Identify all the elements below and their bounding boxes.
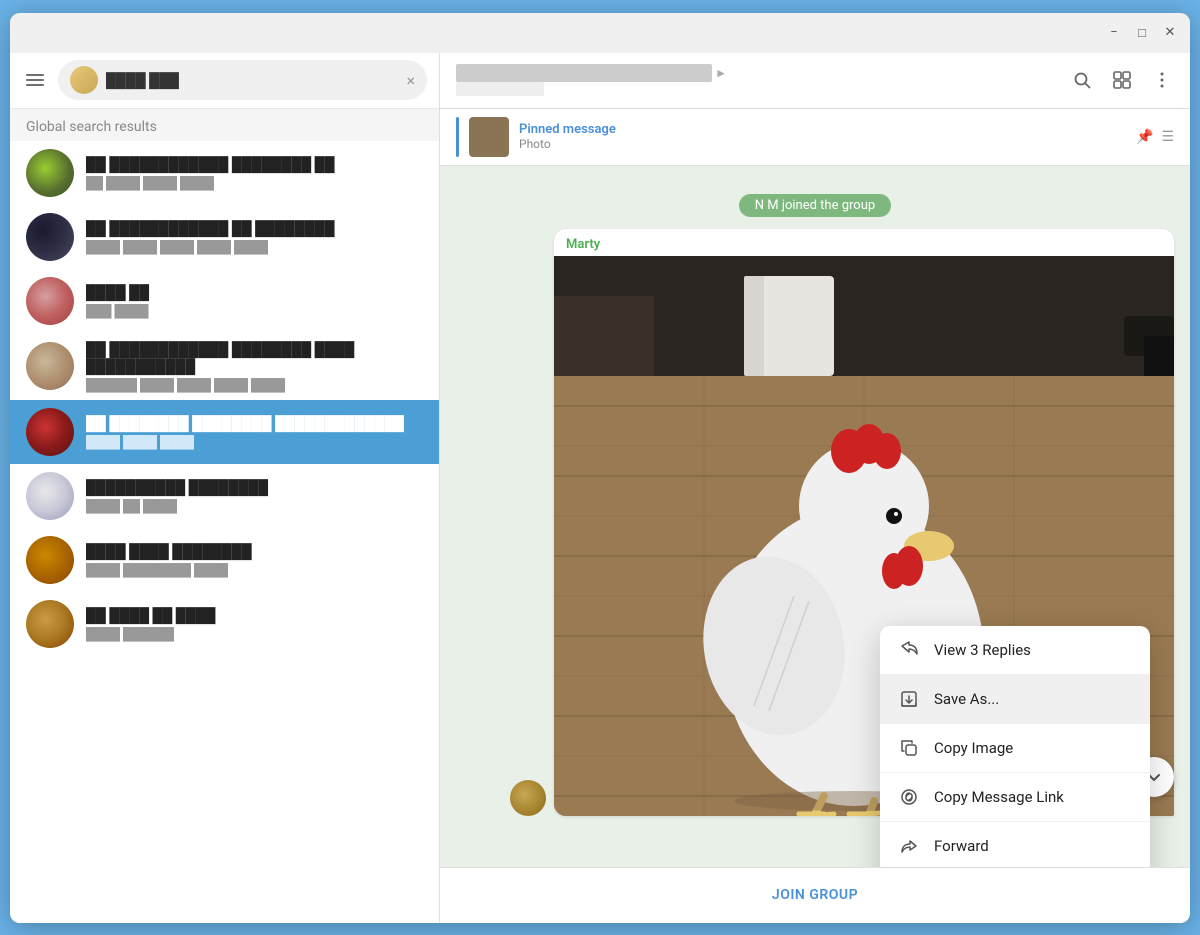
pinned-actions: 📌 ☰ xyxy=(1136,129,1174,145)
global-search-label: Global search results xyxy=(10,109,439,141)
right-panel: ████ ███████ ████████ ████ ▸ ████ ██████ xyxy=(440,53,1190,923)
pinned-subtitle: Photo xyxy=(519,137,1126,151)
avatar xyxy=(26,342,74,390)
context-item-view-replies[interactable]: View 3 Replies xyxy=(880,626,1150,674)
chat-header-info: ████ ███████ ████████ ████ ▸ ████ ██████ xyxy=(456,64,1058,96)
item-subtitle: ████ ██ ████ xyxy=(86,499,423,513)
list-item[interactable]: ████ ██ ███ ████ xyxy=(10,269,439,333)
menu-button[interactable] xyxy=(22,70,48,90)
context-item-copy-link[interactable]: Copy Message Link xyxy=(880,773,1150,821)
item-subtitle: ████ ██████ xyxy=(86,627,423,641)
item-title: ████ ████ ████████ xyxy=(86,543,423,560)
save-icon xyxy=(898,688,920,710)
context-label: Copy Image xyxy=(934,739,1013,757)
minimize-button[interactable]: − xyxy=(1106,25,1122,41)
item-title: ██ ████████████ ████████ ██ xyxy=(86,156,423,173)
more-options-button[interactable] xyxy=(1150,68,1174,92)
clear-search-button[interactable]: × xyxy=(406,71,415,90)
avatar xyxy=(26,536,74,584)
join-group-button[interactable]: JOIN GROUP xyxy=(772,887,858,903)
avatar xyxy=(26,600,74,648)
search-chat-button[interactable] xyxy=(1070,68,1094,92)
forward-icon xyxy=(898,835,920,857)
item-subtitle: ████ ████████ ████ xyxy=(86,563,423,577)
chat-header: ████ ███████ ████████ ████ ▸ ████ ██████ xyxy=(440,53,1190,109)
system-message: N M joined the group xyxy=(456,194,1174,217)
list-item[interactable]: ████ ████ ████████ ████ ████████ ████ xyxy=(10,528,439,592)
system-message-text: N M joined the group xyxy=(739,194,891,217)
left-panel: ████ ███ × Global search results ██ ████… xyxy=(10,53,440,923)
chat-subtitle: ████ ██████ xyxy=(456,82,1058,96)
context-item-forward[interactable]: Forward xyxy=(880,822,1150,867)
reply-icon xyxy=(898,639,920,661)
context-label: Forward xyxy=(934,837,989,855)
search-text: ████ ███ xyxy=(106,72,398,89)
search-bar: ████ ███ × xyxy=(10,53,439,109)
item-title: ██ ████████████ ████████ ████ ██████████… xyxy=(86,341,423,375)
avatar xyxy=(26,408,74,456)
list-item[interactable]: ██ ████████████ ████████ ██ ██ ████ ████… xyxy=(10,141,439,205)
pinned-info: Pinned message Photo xyxy=(519,122,1126,151)
chat-footer: JOIN GROUP xyxy=(440,867,1190,923)
maximize-button[interactable]: □ xyxy=(1134,25,1150,41)
pin-icon: 📌 xyxy=(1136,129,1153,145)
pinned-accent xyxy=(456,117,459,157)
chat-header-icons xyxy=(1070,68,1174,92)
item-subtitle: ██ ████ ████ ████ xyxy=(86,176,423,190)
list-item[interactable]: ██████████ ████████ ████ ██ ████ xyxy=(10,464,439,528)
link-icon xyxy=(898,786,920,808)
list-item[interactable]: ██ ████ ██ ████ ████ ██████ xyxy=(10,592,439,656)
item-title: ████ ██ xyxy=(86,284,423,301)
search-results-list: ██ ████████████ ████████ ██ ██ ████ ████… xyxy=(10,141,439,923)
list-icon: ☰ xyxy=(1161,129,1174,145)
list-item[interactable]: ██ ████████████ ██ ████████ ████ ████ ██… xyxy=(10,205,439,269)
avatar xyxy=(26,472,74,520)
context-item-copy-image[interactable]: Copy Image xyxy=(880,724,1150,772)
main-content: ████ ███ × Global search results ██ ████… xyxy=(10,53,1190,923)
avatar xyxy=(26,277,74,325)
close-button[interactable]: ✕ xyxy=(1162,25,1178,41)
pinned-message[interactable]: Pinned message Photo 📌 ☰ xyxy=(440,109,1190,166)
pinned-thumbnail xyxy=(469,117,509,157)
layout-button[interactable] xyxy=(1110,68,1134,92)
context-menu: View 3 Replies Save As... xyxy=(880,626,1150,867)
item-title: ██ ████████ ████████ █████████████ xyxy=(86,415,423,432)
item-subtitle: ████ ████ ████ xyxy=(86,435,423,449)
app-window: − □ ✕ ████ ███ × Global search results xyxy=(10,13,1190,923)
sender-avatar xyxy=(510,780,546,816)
item-title: ██ ████████████ ██ ████████ xyxy=(86,220,423,237)
item-subtitle: ███ ████ xyxy=(86,304,423,318)
list-item[interactable]: ██ ████████ ████████ █████████████ ████ … xyxy=(10,400,439,464)
search-avatar xyxy=(70,66,98,94)
item-title: ██████████ ████████ xyxy=(86,479,423,496)
item-subtitle: ██████ ████ ████ ████ ████ xyxy=(86,378,423,392)
title-bar: − □ ✕ xyxy=(10,13,1190,53)
copy-icon xyxy=(898,737,920,759)
chat-title: ████ ███████ ████████ ████ ▸ xyxy=(456,64,1058,82)
context-label: Copy Message Link xyxy=(934,788,1064,806)
avatar xyxy=(26,213,74,261)
context-item-save-as[interactable]: Save As... xyxy=(880,675,1150,723)
pinned-title: Pinned message xyxy=(519,122,1126,137)
chat-area[interactable]: N M joined the group Marty xyxy=(440,166,1190,867)
item-title: ██ ████ ██ ████ xyxy=(86,607,423,624)
item-subtitle: ████ ████ ████ ████ ████ xyxy=(86,240,423,254)
list-item[interactable]: ██ ████████████ ████████ ████ ██████████… xyxy=(10,333,439,400)
context-label: View 3 Replies xyxy=(934,641,1031,659)
avatar xyxy=(26,149,74,197)
search-input-wrapper[interactable]: ████ ███ × xyxy=(58,60,427,100)
message-sender: Marty xyxy=(554,229,1174,256)
context-label: Save As... xyxy=(934,690,999,708)
